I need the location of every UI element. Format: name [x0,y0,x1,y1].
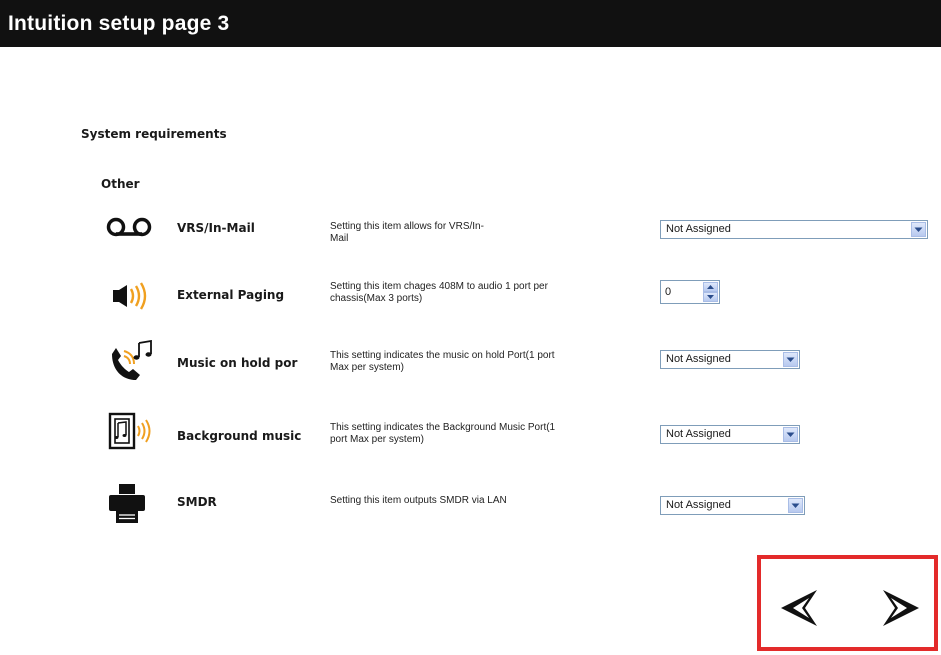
label-background-music: Background music [177,429,302,443]
speaker-paging-icon [106,280,154,320]
chevron-down-icon[interactable] [783,427,798,442]
external-paging-stepper[interactable]: 0 [660,280,720,304]
next-arrow-icon [879,590,925,635]
description-vrs: Setting this item allows for VRS/In-Mail [330,221,484,244]
printer-icon [106,483,154,523]
voicemail-icon [106,215,154,255]
music-on-hold-select[interactable]: Not Assigned [660,350,800,369]
title-bar: Intuition setup page 3 [0,0,941,47]
background-music-select-value: Not Assigned [666,428,731,440]
description-music-on-hold: This setting indicates the music on hold… [330,350,555,373]
chevron-down-icon[interactable] [788,498,803,513]
smdr-select-value: Not Assigned [666,499,731,511]
external-paging-value: 0 [665,286,672,298]
phone-music-icon [106,339,154,380]
label-external-paging: External Paging [177,288,285,302]
page-title: Intuition setup page 3 [8,12,230,35]
navigation-box [757,555,938,651]
setting-row-vrs: VRS/In-Mail Setting this item allows for… [0,215,941,275]
vrs-select-value: Not Assigned [666,223,731,235]
setting-row-music-on-hold: Music on hold por This setting indicates… [0,339,941,400]
stepper-up-icon[interactable] [703,282,718,292]
label-vrs: VRS/In-Mail [177,221,255,235]
description-background-music: This setting indicates the Background Mu… [330,422,556,445]
vrs-select[interactable]: Not Assigned [660,220,928,239]
background-music-select[interactable]: Not Assigned [660,425,800,444]
chevron-down-icon[interactable] [911,222,926,237]
previous-page-button[interactable] [775,585,821,631]
description-smdr: Setting this item outputs SMDR via LAN [330,495,507,506]
previous-arrow-icon [775,590,821,635]
label-music-on-hold: Music on hold por [177,356,298,370]
description-external-paging: Setting this item chages 408M to audio 1… [330,281,548,304]
music-on-hold-select-value: Not Assigned [666,353,731,365]
next-page-button[interactable] [879,585,925,631]
stepper-down-icon[interactable] [703,292,718,302]
section-title: System requirements [81,127,227,141]
group-title: Other [101,177,140,191]
smdr-select[interactable]: Not Assigned [660,496,805,515]
setting-row-external-paging: External Paging Setting this item chages… [0,278,941,338]
label-smdr: SMDR [177,495,217,509]
background-music-icon [106,412,154,452]
chevron-down-icon[interactable] [783,352,798,367]
